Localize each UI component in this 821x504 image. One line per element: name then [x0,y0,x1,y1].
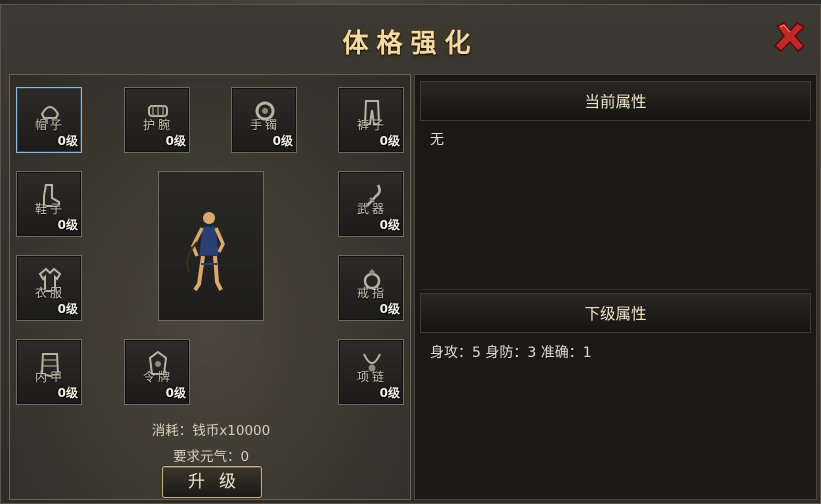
window-title: 体格强化 [342,29,479,59]
energy-requirement: 要求元气：0 [172,449,250,465]
slot-label: 武器 [356,202,387,216]
slot-shoes[interactable]: 鞋子 0级 [16,171,82,237]
slot-hat[interactable]: 帽子 0级 [16,87,82,153]
slot-bracelet[interactable]: 手镯 0级 [231,87,297,153]
slot-label: 项链 [356,370,387,384]
close-icon [773,22,806,53]
current-attributes-value: 无 [430,132,444,148]
next-attributes-header: 下级属性 [420,293,811,333]
character-figure [186,212,225,292]
equipment-panel: 帽子 0级 护腕 0级 手镯 0级 裤子 0级 鞋子 0级 武器 0级 衣服 0… [9,74,411,500]
slot-level: 0级 [57,134,78,148]
slot-ring[interactable]: 戒指 0级 [338,255,404,321]
slot-level: 0级 [379,134,400,148]
character-preview [158,171,264,321]
slot-label: 戒指 [356,286,387,300]
slot-label: 令牌 [142,370,173,384]
slot-inner-armor[interactable]: 内甲 0级 [16,339,82,405]
slot-label: 衣服 [34,286,65,300]
slot-label: 护腕 [142,118,173,132]
slot-necklace[interactable]: 项链 0级 [338,339,404,405]
slot-label: 帽子 [34,118,65,132]
upgrade-button[interactable]: 升级 [162,466,262,498]
slot-bracer[interactable]: 护腕 0级 [124,87,190,153]
slot-level: 0级 [57,302,78,316]
slot-level: 0级 [379,218,400,232]
slot-level: 0级 [57,386,78,400]
attributes-panel: 当前属性 无 下级属性 身攻：5 身防：3 准确：1 [414,74,817,500]
slot-clothes[interactable]: 衣服 0级 [16,255,82,321]
slot-pants[interactable]: 裤子 0级 [338,87,404,153]
slot-label: 鞋子 [34,202,65,216]
slot-label: 内甲 [34,370,65,384]
slot-level: 0级 [165,134,186,148]
slot-token[interactable]: 令牌 0级 [124,339,190,405]
slot-label: 手镯 [249,118,280,132]
slot-label: 裤子 [356,118,387,132]
next-attributes-value: 身攻：5 身防：3 准确：1 [430,345,592,361]
slot-level: 0级 [165,386,186,400]
cost-label: 消耗：钱币x10000 [151,423,271,439]
slot-level: 0级 [379,302,400,316]
current-attributes-header: 当前属性 [420,81,811,121]
close-button[interactable] [772,20,808,54]
slot-weapon[interactable]: 武器 0级 [338,171,404,237]
slot-level: 0级 [57,218,78,232]
slot-level: 0级 [379,386,400,400]
section-divider [420,289,811,290]
slot-level: 0级 [272,134,293,148]
